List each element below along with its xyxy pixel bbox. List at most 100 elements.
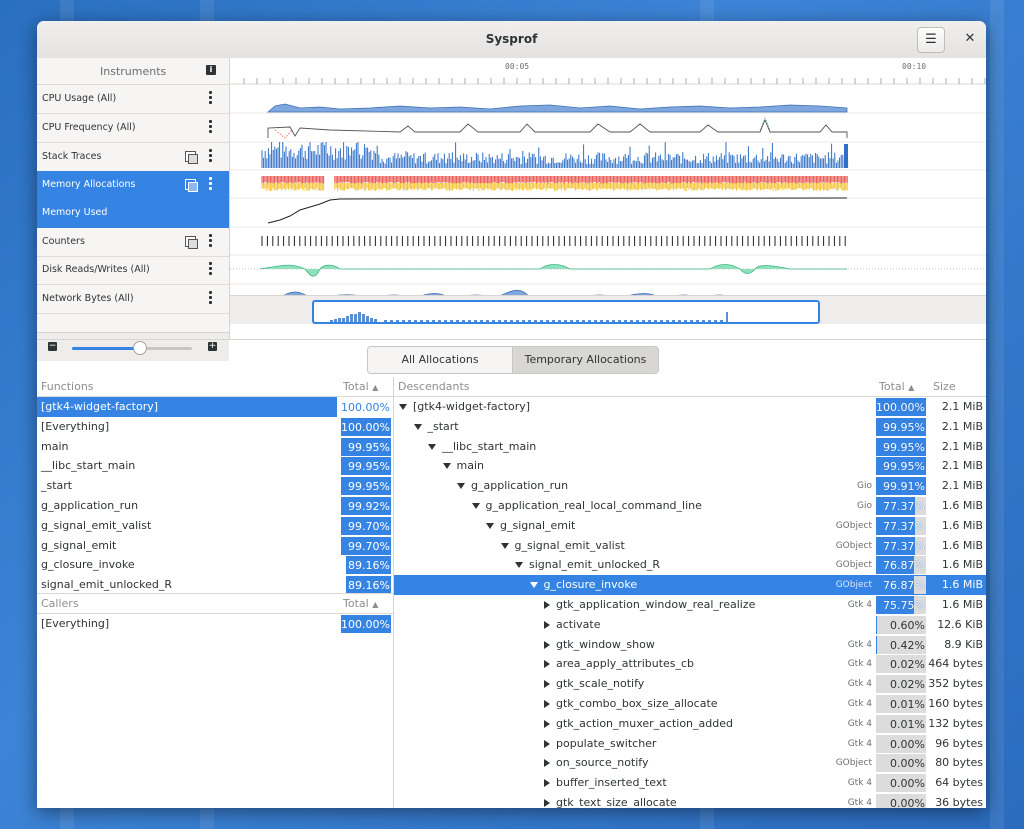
- overview-selection[interactable]: [312, 300, 820, 324]
- total-column-header[interactable]: Total ▲: [343, 597, 378, 610]
- list-item[interactable]: [Everything] 100.00%: [37, 417, 393, 437]
- tree-row[interactable]: on_source_notify GObject 0.00% 80 bytes: [394, 753, 986, 773]
- instrument-row-cpu-frequency[interactable]: CPU Frequency (All): [37, 114, 229, 143]
- list-item[interactable]: g_closure_invoke 89.16%: [37, 555, 393, 575]
- function-name: _start: [427, 419, 459, 433]
- callers-column-header[interactable]: Callers: [41, 597, 79, 610]
- list-item[interactable]: g_signal_emit 99.70%: [37, 536, 393, 556]
- tree-row[interactable]: gtk_combo_box_size_allocate Gtk 4 0.01% 160…: [394, 694, 986, 714]
- tree-row[interactable]: g_application_real_local_command_line Gio…: [394, 496, 986, 516]
- duplicate-icon[interactable]: [185, 236, 198, 249]
- tree-row[interactable]: gtk_scale_notify Gtk 4 0.02% 352 bytes: [394, 674, 986, 694]
- duplicate-icon[interactable]: [185, 151, 198, 164]
- instrument-row-stack-traces[interactable]: Stack Traces: [37, 143, 229, 172]
- tree-row[interactable]: __libc_start_main 99.95% 2.1 MiB: [394, 437, 986, 457]
- expander-open-icon[interactable]: [486, 522, 494, 529]
- list-item[interactable]: [Everything] 100.00%: [37, 614, 393, 634]
- info-icon[interactable]: i: [206, 65, 216, 75]
- tab-all-allocations[interactable]: All Allocations: [368, 347, 512, 373]
- expander-closed-icon[interactable]: [544, 660, 550, 669]
- expander-open-icon[interactable]: [413, 423, 422, 430]
- instrument-row-network[interactable]: Network Bytes (All): [37, 285, 229, 314]
- close-button[interactable]: ✕: [958, 27, 982, 51]
- total-percent: 77.37%: [876, 497, 926, 515]
- more-options-icon[interactable]: [209, 120, 213, 136]
- tab-temporary-allocations[interactable]: Temporary Allocations: [513, 347, 658, 373]
- list-item[interactable]: main 99.95%: [37, 437, 393, 457]
- tree-row[interactable]: main 99.95% 2.1 MiB: [394, 456, 986, 476]
- tree-row[interactable]: gtk_action_muxer_action_added Gtk 4 0.01% 1…: [394, 714, 986, 734]
- tree-row[interactable]: gtk_text_size_allocate Gtk 4 0.00% 36 bytes: [394, 793, 986, 808]
- list-item[interactable]: g_application_run 99.92%: [37, 496, 393, 516]
- expander-closed-icon[interactable]: [544, 700, 550, 708]
- overview-histogram: [330, 312, 728, 322]
- tree-row[interactable]: g_signal_emit GObject 77.37% 1.6 MiB: [394, 516, 986, 536]
- expander-closed-icon[interactable]: [544, 620, 550, 629]
- expander-open-icon[interactable]: [442, 463, 451, 470]
- library-tag: GObject: [835, 560, 872, 571]
- list-item[interactable]: [gtk4-widget-factory] 100.00%: [37, 397, 393, 417]
- expander-open-icon[interactable]: [529, 582, 538, 589]
- instrument-row-memory-used[interactable]: Memory Used: [37, 199, 229, 228]
- instrument-row-cpu-usage[interactable]: CPU Usage (All): [37, 85, 229, 114]
- expander-open-icon[interactable]: [428, 443, 436, 450]
- expander-closed-icon[interactable]: [544, 799, 550, 807]
- instrument-row-counters[interactable]: Counters: [37, 228, 229, 257]
- zoom-slider-handle[interactable]: [133, 341, 147, 355]
- tree-row[interactable]: g_signal_emit_valist GObject 77.37% 1.6 MiB: [394, 536, 986, 556]
- expander-closed-icon[interactable]: [544, 640, 550, 649]
- expander-open-icon[interactable]: [399, 404, 407, 410]
- function-name: g_application_run: [471, 479, 569, 493]
- library-tag: Gtk 4: [847, 778, 872, 789]
- instrument-row-memory-allocations[interactable]: Memory Allocations: [37, 171, 229, 200]
- expander-open-icon[interactable]: [515, 562, 523, 569]
- expander-closed-icon[interactable]: [544, 719, 550, 728]
- expander-closed-icon[interactable]: [544, 759, 550, 768]
- tree-row[interactable]: area_apply_attributes_cb Gtk 4 0.02% 464 by…: [394, 654, 986, 674]
- tree-node: area_apply_attributes_cb: [544, 654, 694, 674]
- expander-open-icon[interactable]: [500, 542, 509, 549]
- more-options-icon[interactable]: [209, 149, 213, 165]
- total-column-header[interactable]: Total ▲: [343, 380, 378, 393]
- zoom-slider[interactable]: [72, 347, 192, 350]
- expander-closed-icon[interactable]: [544, 779, 550, 788]
- functions-column-header[interactable]: Functions: [41, 380, 94, 393]
- total-column-header[interactable]: Total ▲: [879, 380, 914, 393]
- list-item[interactable]: g_signal_emit_valist 99.70%: [37, 516, 393, 536]
- tree-row[interactable]: g_application_run Gio 99.91% 2.1 MiB: [394, 476, 986, 496]
- zoom-out-icon[interactable]: −: [48, 342, 57, 351]
- expander-closed-icon[interactable]: [544, 680, 550, 689]
- timeline-overview[interactable]: [230, 295, 986, 324]
- list-item[interactable]: _start 99.95%: [37, 476, 393, 496]
- size-column-header[interactable]: Size: [933, 380, 956, 393]
- more-options-icon[interactable]: [209, 177, 213, 193]
- duplicate-icon[interactable]: [185, 179, 198, 192]
- function-name: buffer_inserted_text: [556, 776, 667, 790]
- more-options-icon[interactable]: [209, 91, 213, 107]
- zoom-in-icon[interactable]: +: [208, 342, 217, 351]
- more-options-icon[interactable]: [209, 234, 213, 250]
- library-tag: Gtk 4: [847, 600, 872, 610]
- more-options-icon[interactable]: [209, 291, 213, 307]
- expander-closed-icon[interactable]: [544, 601, 550, 609]
- tree-row[interactable]: signal_emit_unlocked_R GObject 76.87% 1.6 M…: [394, 555, 986, 575]
- expander-open-icon[interactable]: [457, 483, 465, 490]
- list-item[interactable]: __libc_start_main 99.95%: [37, 456, 393, 476]
- expander-closed-icon[interactable]: [544, 739, 550, 748]
- tree-row[interactable]: buffer_inserted_text Gtk 4 0.00% 64 bytes: [394, 773, 986, 793]
- library-tag: GObject: [835, 520, 872, 531]
- instrument-row-disk[interactable]: Disk Reads/Writes (All): [37, 256, 229, 285]
- library-tag: Gtk 4: [847, 679, 872, 690]
- tree-row[interactable]: gtk_window_show Gtk 4 0.42% 8.9 KiB: [394, 635, 986, 655]
- expander-open-icon[interactable]: [471, 503, 480, 509]
- tree-row[interactable]: _start 99.95% 2.1 MiB: [394, 417, 986, 437]
- tree-row[interactable]: g_closure_invoke GObject 76.87% 1.6 MiB: [394, 575, 986, 596]
- tree-row[interactable]: [gtk4-widget-factory] 100.00% 2.1 MiB: [394, 397, 986, 417]
- descendants-column-header[interactable]: Descendants: [398, 380, 470, 393]
- more-options-icon[interactable]: [209, 262, 213, 278]
- tree-row[interactable]: gtk_application_window_real_realize Gtk 4…: [394, 595, 986, 615]
- menu-button[interactable]: ☰: [917, 27, 945, 53]
- tree-row[interactable]: populate_switcher Gtk 4 0.00% 96 bytes: [394, 734, 986, 754]
- tree-row[interactable]: activate 0.60% 12.6 KiB: [394, 615, 986, 635]
- library-tag: GObject: [835, 540, 872, 551]
